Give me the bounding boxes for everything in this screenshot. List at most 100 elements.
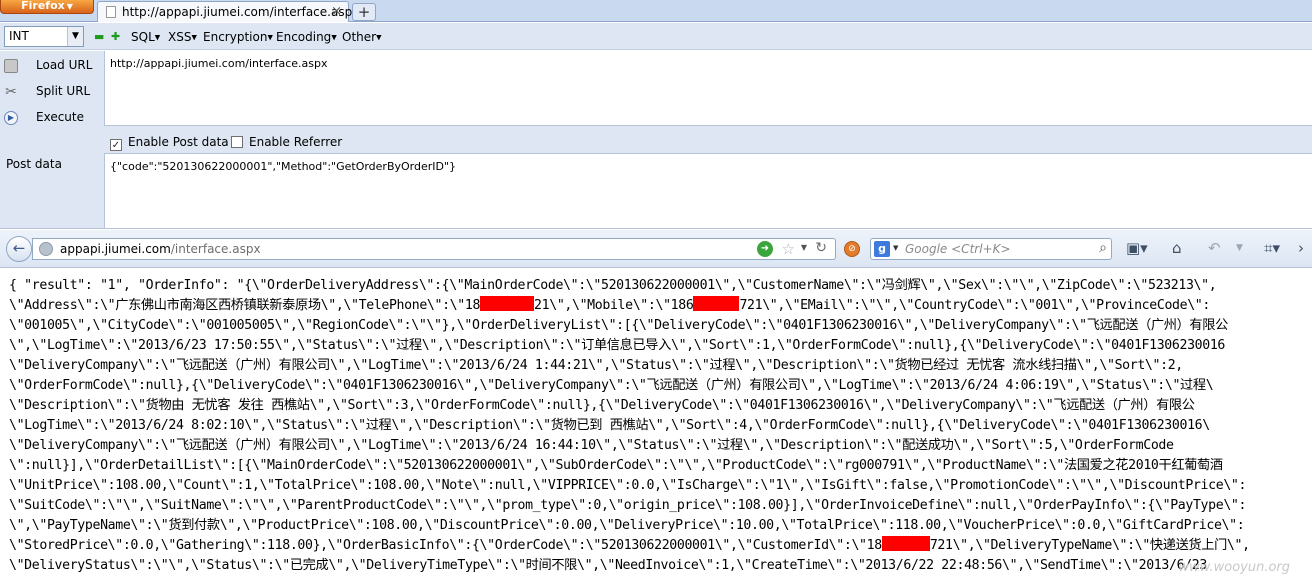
reload-icon[interactable]: ↻: [815, 240, 827, 256]
chevron-down-icon[interactable]: ▼: [1236, 243, 1243, 253]
chevron-down-icon[interactable]: ▼: [801, 243, 807, 252]
menu-sql-label: SQL: [131, 30, 155, 44]
crop-icon[interactable]: ⌗▾: [1264, 239, 1280, 257]
redaction-bar: [881, 536, 930, 551]
tab-strip: Firefox ▼ http://appapi.jiumei.com/interf…: [0, 0, 1312, 22]
load-url-icon: [4, 58, 18, 73]
page-icon: [106, 6, 116, 18]
split-url-label: Split URL: [36, 84, 91, 98]
response-line: \"StoredPrice\":0.0,\"Gathering\":118.00…: [9, 536, 1250, 556]
hackbar-panel: Load URL ✂ Split URL ▶ Execute http://appa…: [0, 51, 1312, 229]
plus-icon: +: [357, 3, 371, 21]
response-line: \"DeliveryStatus\":\"\",\"Status\":\"已完成…: [9, 558, 1207, 573]
enable-referrer-checkbox[interactable]: Enable Referrer: [231, 135, 342, 149]
enable-referrer-label: Enable Referrer: [249, 135, 343, 149]
bookmarks-icon[interactable]: ▣▾: [1126, 239, 1148, 257]
back-button[interactable]: ←: [6, 236, 32, 262]
address-bar-url: appapi.jiumei.com/interface.aspx: [60, 242, 261, 256]
post-data-textarea[interactable]: {"code":"520130622000001","Method":"GetO…: [104, 153, 1312, 228]
response-segment: 21\",\"Mobile\":\"186: [534, 298, 694, 313]
response-segment: \"StoredPrice\":0.0,\"Gathering\":118.00…: [9, 538, 882, 553]
chevron-down-icon: ▼: [66, 2, 73, 11]
chevron-down-icon: ▼: [67, 27, 83, 46]
enable-post-label: Enable Post data: [128, 135, 229, 149]
menu-other-label: Other: [342, 30, 377, 44]
execute-label: Execute: [36, 110, 84, 124]
response-line: { "result": "1", "OrderInfo": "{\"OrderD…: [9, 278, 1217, 293]
menu-encryption[interactable]: Encryption▼: [203, 30, 273, 44]
response-line: \"OrderFormCode\":null},{\"DeliveryCode\…: [9, 378, 1214, 393]
menu-xss[interactable]: XSS▼: [168, 30, 197, 44]
load-url-button[interactable]: Load URL: [4, 58, 92, 73]
search-bar[interactable]: g ▼ Google <Ctrl+K> ⌕: [870, 238, 1112, 260]
search-icon[interactable]: ⌕: [1099, 240, 1107, 256]
response-line: \"001005\",\"CityCode\":\"001005005\",\"…: [9, 318, 1228, 333]
navigation-bar: ← appapi.jiumei.com/interface.aspx ➜ ☆ ▼…: [0, 230, 1312, 268]
hackbar-toolbar: INT ▼ ▬ ✚ SQL▼ XSS▼ Encryption▼ Encoding…: [0, 23, 1312, 50]
url-textarea[interactable]: http://appapi.jiumei.com/interface.aspx: [104, 51, 1312, 126]
response-line: \"DeliveryCompany\":\"飞远配送（广州）有限公司\",\"L…: [9, 358, 1183, 373]
back-arrow-icon: ←: [12, 239, 26, 257]
post-data-value: {"code":"520130622000001","Method":"GetO…: [110, 160, 457, 173]
chevron-down-icon: ▼: [191, 33, 197, 42]
menu-encoding[interactable]: Encoding▼: [276, 30, 337, 44]
new-tab-button[interactable]: +: [352, 3, 376, 21]
checkbox-empty-icon: [231, 136, 243, 148]
address-bar[interactable]: appapi.jiumei.com/interface.aspx ➜ ☆ ▼ ↻: [32, 238, 836, 260]
checkmark-icon: ✓: [110, 139, 122, 151]
redaction-bar: [480, 296, 535, 311]
addon-icon[interactable]: ⊘: [844, 241, 860, 257]
response-line: \"UnitPrice\":108.00,\"Count\":1,\"Total…: [9, 478, 1247, 493]
menu-encryption-label: Encryption: [203, 30, 268, 44]
chevron-down-icon: ▼: [331, 33, 337, 42]
bookmark-star-icon[interactable]: ☆: [782, 240, 795, 258]
type-select[interactable]: INT ▼: [4, 26, 84, 47]
execute-button[interactable]: ▶ Execute: [4, 110, 84, 125]
undo-icon[interactable]: ↶: [1208, 239, 1221, 257]
watermark: www.wooyun.org: [1178, 560, 1290, 575]
overflow-icon[interactable]: ›: [1298, 239, 1304, 257]
response-line: \"Description\":\"货物由 无忧客 发往 西樵站\",\"Sor…: [9, 398, 1195, 413]
firefox-menu-label: Firefox: [21, 0, 65, 12]
go-arrow-icon[interactable]: ➜: [757, 241, 773, 257]
url-textarea-value: http://appapi.jiumei.com/interface.aspx: [110, 57, 328, 70]
response-line: \"SuitCode\":\"\",\"SuitName\":\"\",\"Pa…: [9, 498, 1247, 513]
response-line: \"Address\":\"广东佛山市南海区西桥镇联新泰原场\",\"TeleP…: [9, 296, 1210, 316]
response-line: \",\"LogTime\":\"2013/6/23 17:50:55\",\"…: [9, 338, 1226, 353]
response-segment: \"Address\":\"广东佛山市南海区西桥镇联新泰原场\",\"TeleP…: [9, 298, 481, 313]
page-content: { "result": "1", "OrderInfo": "{\"OrderD…: [0, 268, 1312, 576]
redaction-bar: [693, 296, 740, 311]
response-line: \":null}],\"OrderDetailList\":[{\"MainOr…: [9, 458, 1223, 473]
home-icon[interactable]: ⌂: [1172, 239, 1182, 257]
chevron-down-icon: ▼: [376, 33, 382, 42]
load-url-label: Load URL: [36, 58, 93, 72]
scissors-icon: ✂: [5, 83, 17, 100]
chevron-down-icon: ▼: [267, 33, 273, 42]
tab-title: http://appapi.jiumei.com/interface.aspx: [122, 5, 360, 19]
menu-sql[interactable]: SQL▼: [131, 30, 160, 44]
firefox-menu-button[interactable]: Firefox ▼: [0, 0, 94, 14]
menu-other[interactable]: Other▼: [342, 30, 381, 44]
response-segment: 721\",\"DeliveryTypeName\":\"快递送货上门\",: [929, 538, 1250, 553]
google-icon[interactable]: g: [874, 241, 890, 257]
search-placeholder: Google <Ctrl+K>: [905, 242, 1011, 256]
globe-icon: [39, 242, 53, 256]
chevron-down-icon: ▼: [154, 33, 161, 42]
post-data-label: Post data: [6, 157, 62, 171]
type-select-value: INT: [9, 29, 29, 43]
close-icon[interactable]: ×: [331, 4, 342, 19]
minus-icon[interactable]: ▬: [94, 31, 104, 42]
tab-active[interactable]: http://appapi.jiumei.com/interface.aspx …: [97, 1, 359, 22]
response-line: \",\"PayTypeName\":\"货到付款\",\"ProductPri…: [9, 518, 1245, 533]
response-line: \"LogTime\":\"2013/6/24 8:02:10\",\"Stat…: [9, 418, 1210, 433]
chevron-down-icon[interactable]: ▼: [893, 244, 898, 252]
menu-xss-label: XSS: [168, 30, 192, 44]
response-segment: 721\",\"EMail\":\"\",\"CountryCode\":\"0…: [739, 298, 1210, 313]
url-path: /interface.aspx: [170, 242, 261, 256]
play-icon: ▶: [4, 110, 18, 125]
menu-encoding-label: Encoding: [276, 30, 332, 44]
enable-post-checkbox[interactable]: ✓ Enable Post data: [110, 135, 229, 151]
split-url-button[interactable]: ✂ Split URL: [4, 84, 90, 99]
plus-icon[interactable]: ✚: [111, 31, 120, 42]
response-line: \"DeliveryCompany\":\"飞远配送（广州）有限公司\",\"L…: [9, 438, 1174, 453]
